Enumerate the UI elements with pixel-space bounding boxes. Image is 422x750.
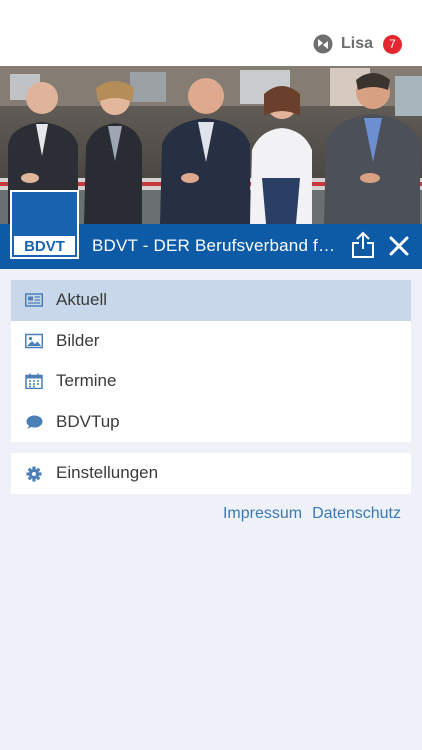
menu-item-termine[interactable]: Termine [11, 361, 411, 402]
menu-item-aktuell[interactable]: Aktuell [11, 280, 411, 321]
user-name[interactable]: Lisa [341, 35, 373, 53]
menu-label: Aktuell [56, 290, 108, 309]
share-icon[interactable] [350, 231, 376, 259]
menu-label: Termine [56, 371, 117, 390]
notification-badge[interactable]: 7 [383, 34, 402, 54]
menu-item-einstellungen[interactable]: Einstellungen [11, 453, 411, 494]
impressum-link[interactable]: Impressum [223, 505, 302, 523]
calendar-icon [25, 373, 43, 389]
image-icon [25, 333, 43, 348]
footer-links: Impressum Datenschutz [213, 505, 401, 523]
menu-label: Bilder [56, 330, 100, 350]
user-menu[interactable]: Lisa 7 [313, 34, 402, 54]
user-switch-icon [313, 34, 333, 54]
top-bar: Lisa 7 [0, 0, 422, 66]
navigation-menu: Aktuell Bilder Termine BDVTup [11, 280, 411, 442]
menu-item-bdvtup[interactable]: BDVTup [11, 402, 411, 443]
organization-title[interactable]: BDVT - DER Berufsverband fü... [92, 236, 340, 256]
gear-icon [26, 466, 42, 482]
news-icon [25, 293, 43, 307]
logo-text: BDVT [24, 238, 65, 255]
close-icon[interactable] [388, 235, 410, 257]
menu-label: Einstellungen [56, 463, 159, 482]
bdvt-logo: BDVT [10, 190, 79, 259]
menu-item-bilder[interactable]: Bilder [11, 321, 411, 362]
menu-label: BDVTup [56, 411, 120, 431]
chat-bubble-icon [26, 415, 43, 429]
datenschutz-link[interactable]: Datenschutz [312, 505, 401, 523]
